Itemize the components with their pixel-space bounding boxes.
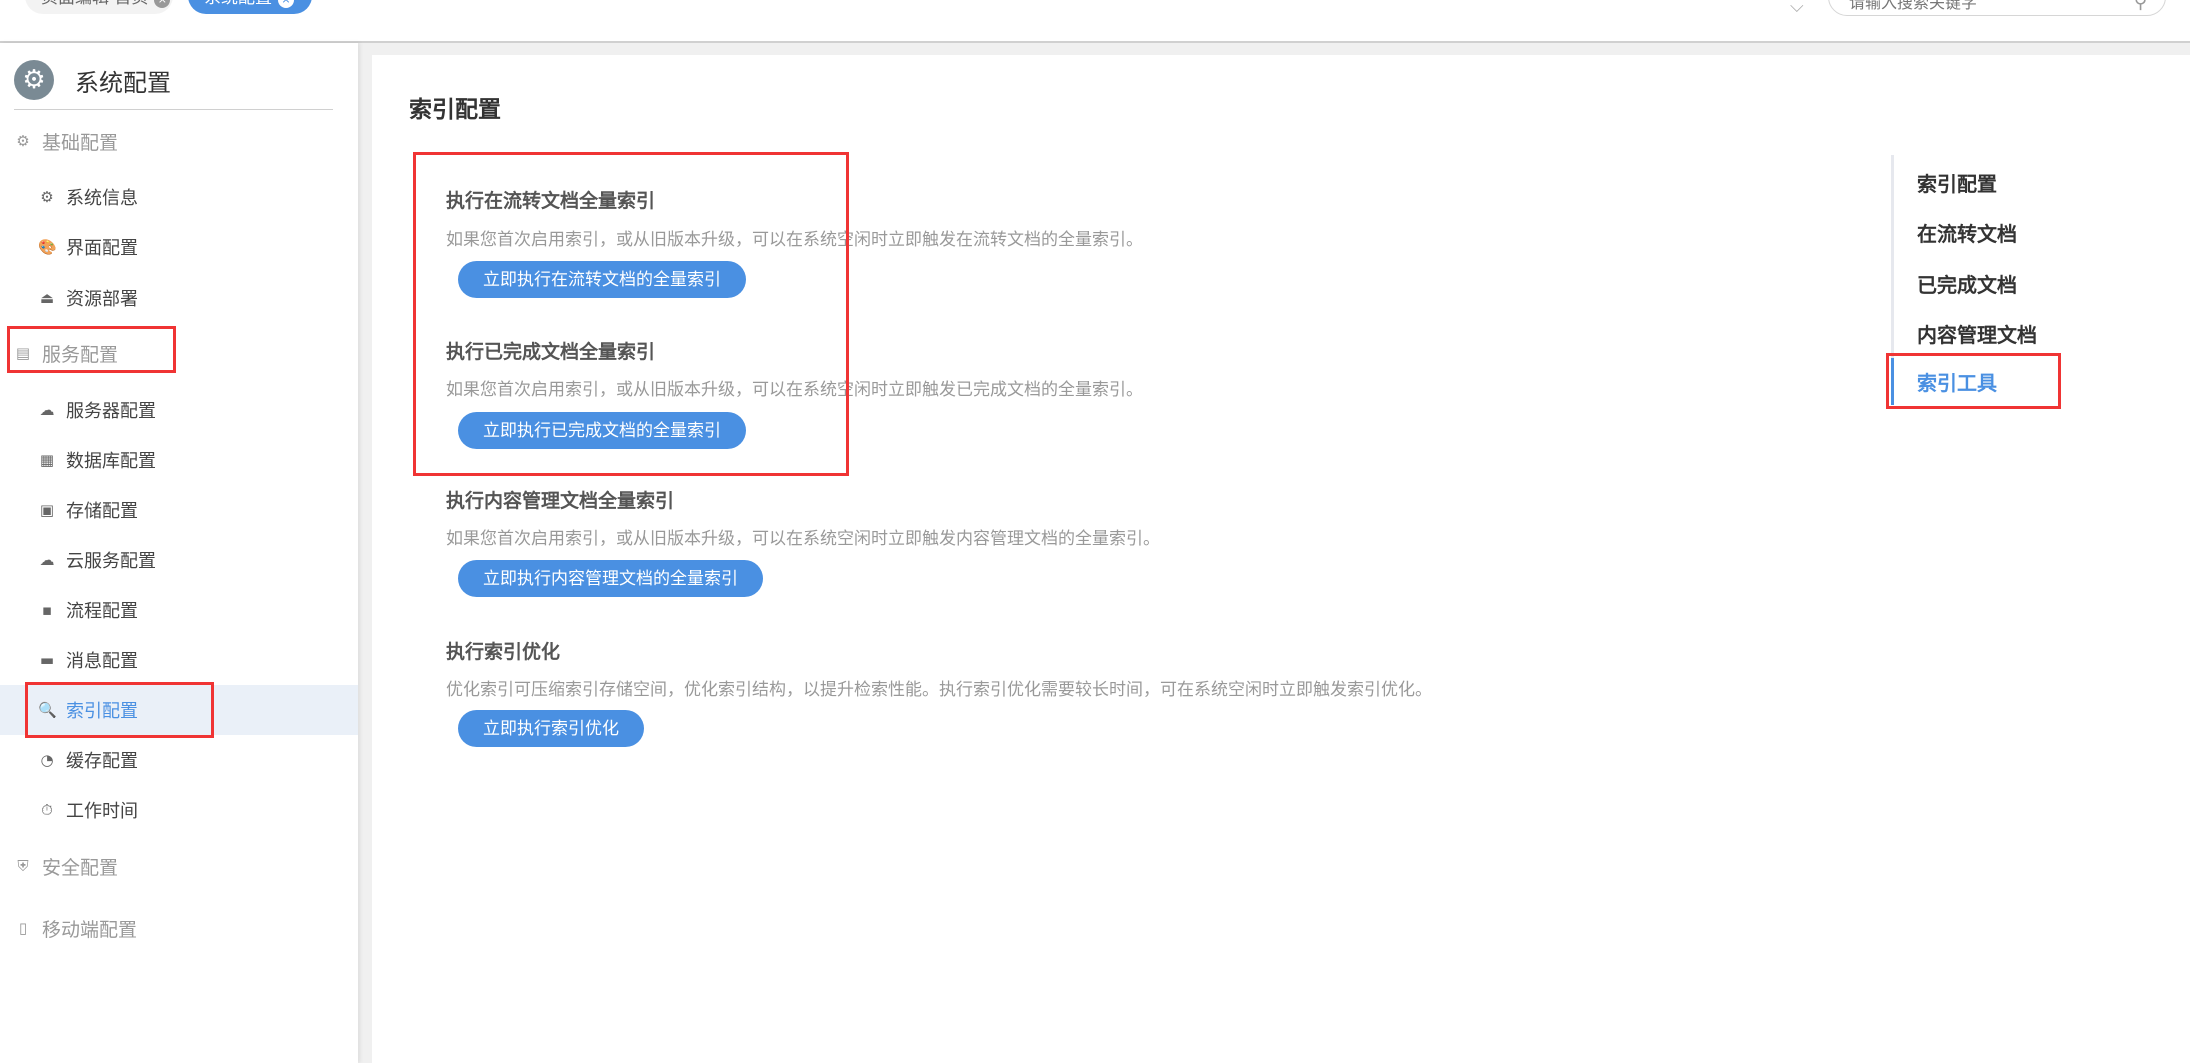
sidebar-item[interactable]: ▣ 存储配置 <box>0 490 358 530</box>
section-description: 如果您首次启用索引，或从旧版本升级，可以在系统空闲时立即触发已完成文档的全量索引… <box>446 380 1143 400</box>
section-description: 优化索引可压缩索引存储空间，优化索引结构，以提升检索性能。执行索引优化需要较长时… <box>446 680 1432 700</box>
sidebar-item[interactable]: ▬ 消息配置 <box>0 640 358 680</box>
menu-icon: ▤ <box>15 344 31 362</box>
sidebar-item[interactable]: ☁ 云服务配置 <box>0 540 358 580</box>
tab-label: 系统配置 <box>204 0 272 8</box>
sidebar-item-label: 索引配置 <box>66 701 138 722</box>
menu-icon: ☁ <box>39 401 55 419</box>
sidebar-item[interactable]: ◔ 缓存配置 <box>0 740 358 780</box>
close-icon[interactable]: × <box>154 0 171 8</box>
toc-item[interactable]: 索引工具 <box>1917 367 1997 396</box>
sidebar: ⚙ 系统配置 ⚙ 基础配置 ⚙ 系统信息 🎨 界面配置 ⏏ 资源部署 ▤ 服务配置 ☁ 服务器配置 ▦ 数… <box>0 43 358 1063</box>
tab-label: 页面编辑 首页 <box>41 0 148 8</box>
sidebar-item-label: 界面配置 <box>66 238 138 259</box>
sidebar-item[interactable]: ⏏ 资源部署 <box>0 278 358 318</box>
search-placeholder: 请输入搜索关键字 <box>1849 0 1978 12</box>
sidebar-item-label: 云服务配置 <box>66 551 156 572</box>
menu-icon: ⏏ <box>39 289 55 307</box>
sidebar-item[interactable]: ⏱ 工作时间 <box>0 790 358 830</box>
run-index-button[interactable]: 立即执行索引优化 <box>458 710 644 747</box>
sidebar-item[interactable]: ⚙ 基础配置 <box>0 121 358 161</box>
run-index-button[interactable]: 立即执行内容管理文档的全量索引 <box>458 560 763 597</box>
menu-icon: ⚙ <box>16 132 30 150</box>
sidebar-item[interactable]: ⛨ 安全配置 <box>0 846 358 886</box>
page-title: 索引配置 <box>409 97 501 123</box>
sidebar-header: ⚙ 系统配置 <box>14 60 171 100</box>
sidebar-item-label: 基础配置 <box>42 131 119 154</box>
sidebar-item[interactable]: 🔍 索引配置 <box>0 685 358 735</box>
sidebar-item[interactable]: ▦ 数据库配置 <box>0 440 358 480</box>
sidebar-item-label: 数据库配置 <box>66 451 156 472</box>
section-heading: 执行索引优化 <box>446 641 561 663</box>
sidebar-title: 系统配置 <box>75 68 171 97</box>
run-index-button[interactable]: 立即执行在流转文档的全量索引 <box>458 261 746 298</box>
sidebar-item-label: 工作时间 <box>66 801 138 822</box>
sidebar-item-label: 服务配置 <box>42 343 119 366</box>
chevron-down-icon[interactable]: ⌵ <box>1790 0 1804 17</box>
section-heading: 执行已完成文档全量索引 <box>446 341 656 363</box>
menu-icon: ◔ <box>40 751 54 769</box>
toc-item[interactable]: 已完成文档 <box>1917 269 2017 298</box>
sidebar-item[interactable]: ▪ 流程配置 <box>0 590 358 630</box>
sidebar-item[interactable]: 🎨 界面配置 <box>0 227 358 267</box>
sidebar-item-label: 服务器配置 <box>66 401 156 422</box>
menu-icon: ▣ <box>39 501 55 519</box>
menu-icon: ⚙ <box>40 188 54 206</box>
sidebar-item-label: 消息配置 <box>66 651 138 672</box>
run-index-button[interactable]: 立即执行已完成文档的全量索引 <box>458 412 746 449</box>
sidebar-item-label: 资源部署 <box>66 289 138 310</box>
sidebar-item[interactable]: ▤ 服务配置 <box>0 333 358 373</box>
menu-icon: ▬ <box>39 651 55 669</box>
toc-item[interactable]: 内容管理文档 <box>1917 319 2037 348</box>
sidebar-item-label: 流程配置 <box>66 601 138 622</box>
menu-icon: ▯ <box>18 919 28 937</box>
sidebar-item-label: 系统信息 <box>66 188 138 209</box>
menu-icon: ▦ <box>39 451 55 469</box>
toc-item[interactable]: 在流转文档 <box>1917 218 2017 247</box>
search-icon[interactable]: ⚲ <box>2134 0 2147 13</box>
top-bar: 页面编辑 首页 × 系统配置 × ⌵ 请输入搜索关键字 ⚲ <box>0 0 2190 43</box>
menu-icon: 🔍 <box>38 701 57 719</box>
sidebar-item[interactable]: ☁ 服务器配置 <box>0 390 358 430</box>
sidebar-item-label: 缓存配置 <box>66 751 138 772</box>
menu-icon: 🎨 <box>38 238 57 256</box>
menu-icon: ⏱ <box>41 801 53 819</box>
toc-item[interactable]: 索引配置 <box>1917 168 1997 197</box>
sidebar-item[interactable]: ⚙ 系统信息 <box>0 177 358 217</box>
close-icon[interactable]: × <box>278 0 294 8</box>
tab-system-config[interactable]: 系统配置 × <box>188 0 312 14</box>
toc-active-indicator <box>1891 358 1894 405</box>
sidebar-item-label: 安全配置 <box>42 856 119 879</box>
divider <box>14 109 333 110</box>
menu-icon: ▪ <box>41 601 53 619</box>
search-input[interactable]: 请输入搜索关键字 ⚲ <box>1828 0 2166 16</box>
sidebar-item-label: 移动端配置 <box>42 918 138 941</box>
section-description: 如果您首次启用索引，或从旧版本升级，可以在系统空闲时立即触发在流转文档的全量索引… <box>446 230 1143 250</box>
section-heading: 执行内容管理文档全量索引 <box>446 490 675 512</box>
gear-icon: ⚙ <box>14 60 54 100</box>
sidebar-item-label: 存储配置 <box>66 501 138 522</box>
section-heading: 执行在流转文档全量索引 <box>446 190 656 212</box>
tab-home[interactable]: 页面编辑 首页 × <box>25 0 173 14</box>
menu-icon: ⛨ <box>17 857 29 875</box>
sidebar-item[interactable]: ▯ 移动端配置 <box>0 908 358 948</box>
section-description: 如果您首次启用索引，或从旧版本升级，可以在系统空闲时立即触发内容管理文档的全量索… <box>446 529 1160 549</box>
menu-icon: ☁ <box>39 551 55 569</box>
